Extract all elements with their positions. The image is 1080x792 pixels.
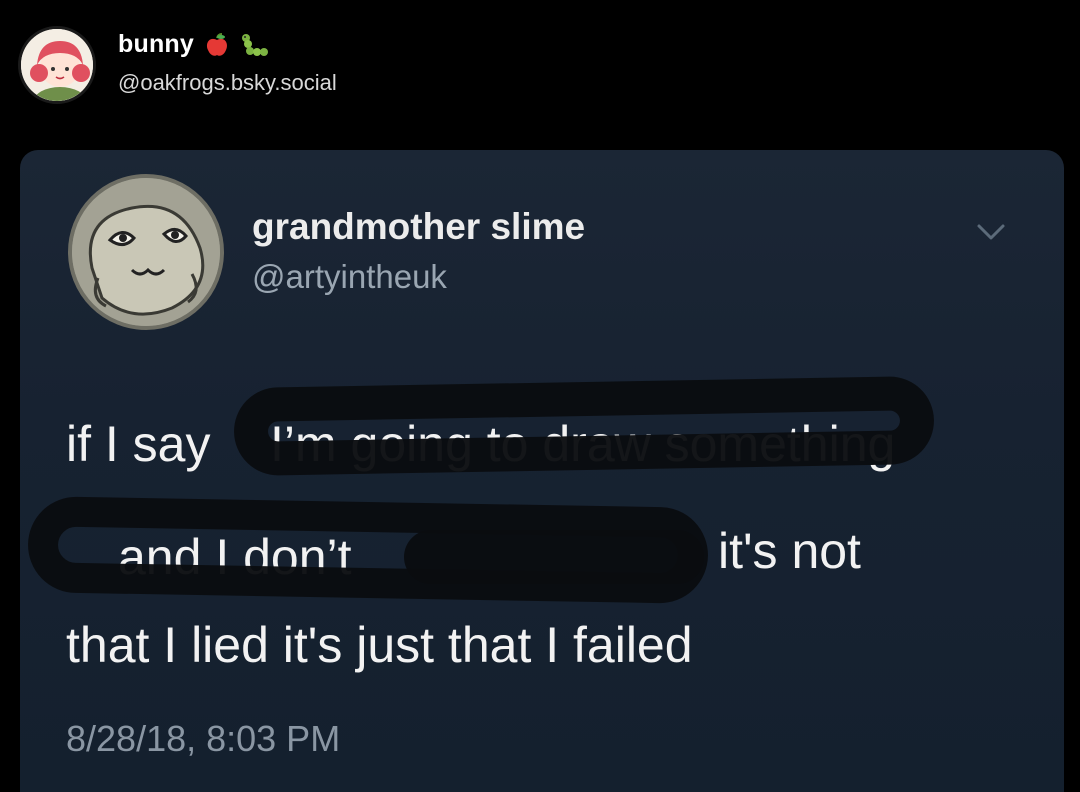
avatar-illustration xyxy=(21,29,93,101)
post-header: bunny @oakfrogs.bsky.social xyxy=(0,0,1080,140)
tweet-timestamp: 8/28/18, 8:03 PM xyxy=(66,718,341,759)
author-handle[interactable]: @oakfrogs.bsky.social xyxy=(118,70,337,96)
author-name-row: bunny xyxy=(118,30,270,59)
tweet-avatar xyxy=(68,174,224,330)
tweet-text-segment: if I say xyxy=(66,416,211,472)
tweet-text-segment: it's not xyxy=(718,523,861,579)
embedded-tweet-image[interactable]: grandmother slime @artyintheuk if I say … xyxy=(20,150,1064,792)
marker-scribble xyxy=(233,375,935,477)
tweet-text-line-3: that I lied it's just that I failed xyxy=(66,617,693,673)
caterpillar-icon xyxy=(242,33,268,56)
chevron-down-icon xyxy=(977,224,1005,240)
marker-scribble xyxy=(404,530,704,584)
avatar[interactable] xyxy=(18,26,96,104)
author-name[interactable]: bunny xyxy=(118,30,194,59)
tweet-author-name: grandmother slime xyxy=(252,206,586,247)
tweet-author-handle: @artyintheuk xyxy=(252,258,447,295)
apple-icon xyxy=(207,32,227,56)
slime-avatar-illustration xyxy=(72,178,220,326)
